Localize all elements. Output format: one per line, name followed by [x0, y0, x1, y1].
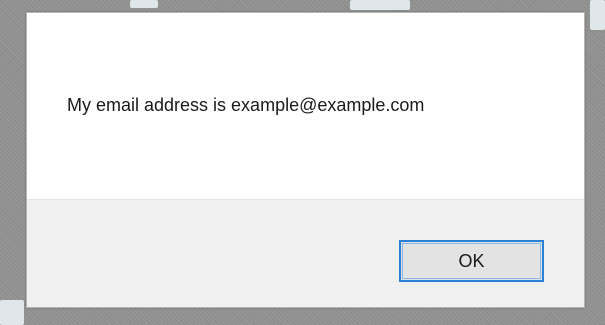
dialog-button-bar: OK	[27, 199, 584, 307]
ok-button[interactable]: OK	[399, 240, 544, 282]
backdrop-decoration	[0, 300, 24, 325]
backdrop-decoration	[590, 0, 605, 30]
dialog-message-area: My email address is example@example.com	[27, 13, 584, 199]
backdrop-decoration	[130, 0, 158, 8]
backdrop-decoration	[350, 0, 410, 10]
page-backdrop: My email address is example@example.com …	[0, 0, 605, 325]
dialog-message: My email address is example@example.com	[67, 95, 425, 115]
alert-dialog: My email address is example@example.com …	[26, 12, 585, 308]
